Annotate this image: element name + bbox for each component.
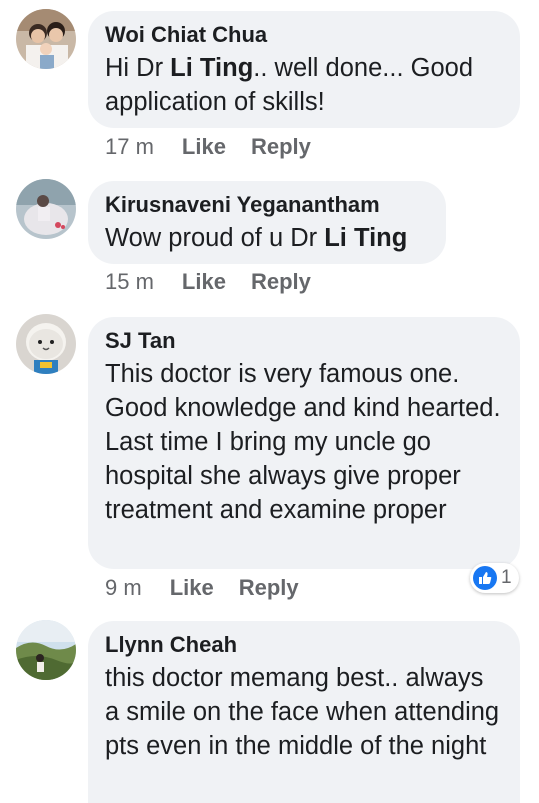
profile-photo-icon (16, 179, 76, 239)
reaction-count: 1 (501, 567, 512, 588)
comment-bubble: Woi Chiat Chua Hi Dr Li Ting.. well done… (88, 11, 520, 128)
reaction-summary[interactable]: 1 (470, 563, 519, 593)
comment-timestamp[interactable]: 15 m (105, 269, 154, 294)
like-button[interactable]: Like (182, 269, 226, 294)
mention-link[interactable]: Li Ting (170, 54, 253, 82)
comment-bubble: Llynn Cheah this doctor memang best.. al… (88, 621, 520, 803)
avatar[interactable] (16, 620, 76, 680)
comment-actions: 17 m Like Reply (105, 134, 311, 160)
comment-text: this doctor memang best.. always a smile… (105, 664, 500, 760)
comment-author[interactable]: Woi Chiat Chua (105, 22, 502, 48)
like-button[interactable]: Like (170, 575, 214, 600)
comment-text: Hi Dr Li Ting.. well done... Good applic… (105, 51, 502, 119)
profile-photo-icon (16, 620, 76, 680)
comment-text: Wow proud of u Dr Li Ting (105, 221, 428, 255)
comment-bubble: Kirusnaveni Yeganantham Wow proud of u D… (88, 181, 446, 264)
comment-feed: Woi Chiat Chua Hi Dr Li Ting.. well done… (0, 0, 539, 803)
comment-text-part: Wow proud of u Dr (105, 224, 325, 252)
comment-timestamp[interactable]: 9 m (105, 575, 142, 600)
comment-author[interactable]: Llynn Cheah (105, 632, 502, 658)
like-button[interactable]: Like (182, 134, 226, 159)
comment-actions: 9 m Like Reply (105, 575, 299, 601)
profile-photo-icon (16, 314, 76, 374)
avatar[interactable] (16, 9, 76, 69)
comment-author[interactable]: Kirusnaveni Yeganantham (105, 192, 428, 218)
like-thumb-icon (473, 566, 497, 590)
reply-button[interactable]: Reply (239, 575, 299, 600)
mention-link[interactable]: Li Ting (324, 224, 407, 252)
avatar[interactable] (16, 314, 76, 374)
comment-text: This doctor is very famous one. Good kno… (105, 360, 501, 524)
comment-actions: 15 m Like Reply (105, 269, 311, 295)
reply-button[interactable]: Reply (251, 134, 311, 159)
comment-timestamp[interactable]: 17 m (105, 134, 154, 159)
profile-photo-icon (16, 9, 76, 69)
comment-text-part: Hi Dr (105, 54, 171, 82)
reply-button[interactable]: Reply (251, 269, 311, 294)
comment-bubble: SJ Tan This doctor is very famous one. G… (88, 317, 520, 569)
avatar[interactable] (16, 179, 76, 239)
comment-author[interactable]: SJ Tan (105, 328, 502, 354)
